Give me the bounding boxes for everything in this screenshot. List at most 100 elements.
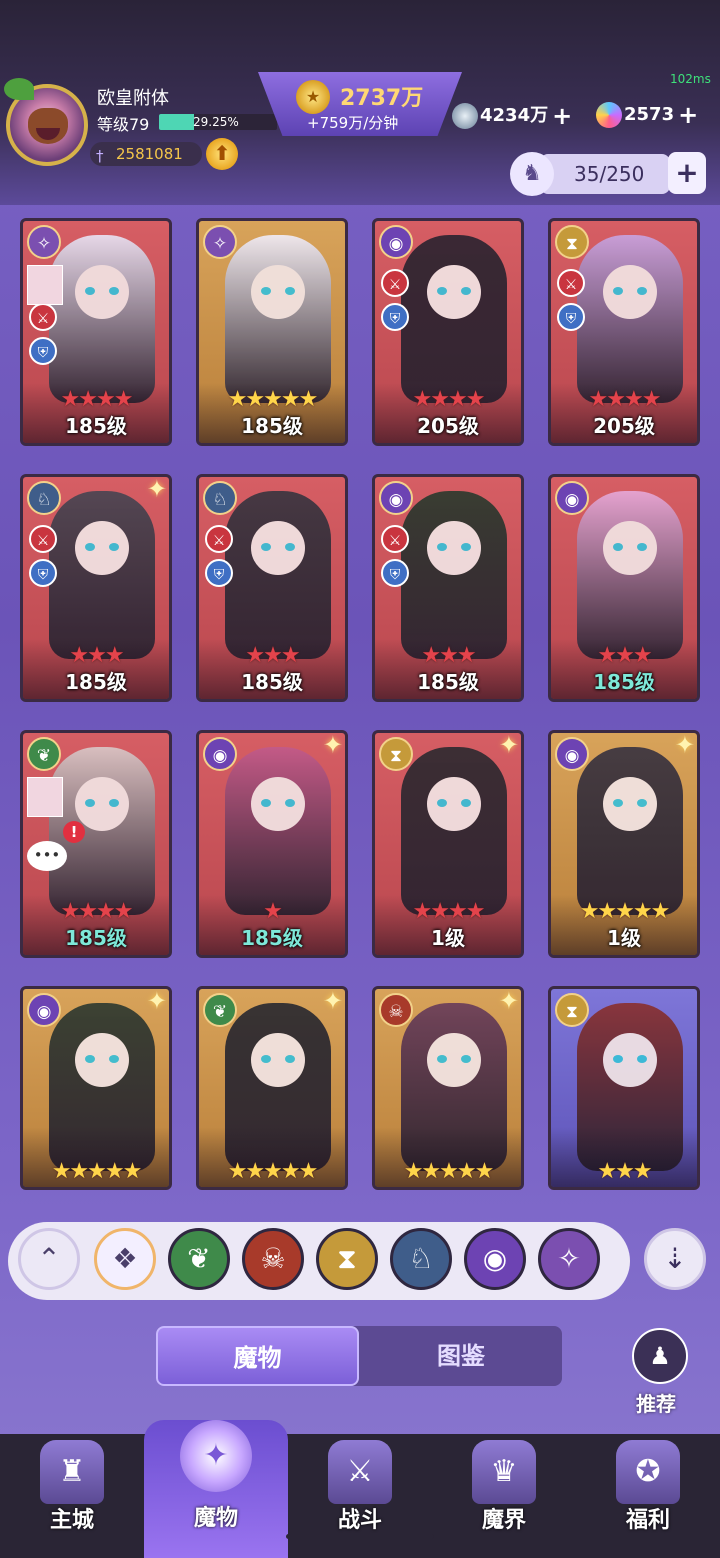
monster-level: 1级 [431, 926, 465, 950]
monster-card[interactable]: ✧ ★★★★★ 185级 [196, 218, 348, 446]
upgrade-arrow-icon[interactable]: ⬆ [206, 138, 238, 170]
monster-card[interactable]: ❦ ✦ ★★★★★ [196, 986, 348, 1190]
swirl-icon[interactable]: ✧ [538, 1228, 600, 1290]
skull-icon: ☠ [379, 993, 413, 1027]
nav-item[interactable]: ⚔ 战斗 [288, 1434, 432, 1558]
monster-level: 185级 [241, 414, 303, 438]
player-avatar[interactable] [4, 78, 88, 166]
gold-rate: +759万/分钟 [307, 114, 399, 132]
monster-card[interactable]: ♘ ⚔ ⛨ ✦ ★★★ 185级 [20, 474, 172, 702]
monster-level: 185级 [417, 670, 479, 694]
monster-head [427, 265, 481, 319]
monster-flame-icon: ✦ [180, 1420, 252, 1492]
crystal-resource[interactable]: 2573 + [596, 101, 698, 129]
monster-slot-icon: ♞ [510, 152, 554, 196]
monster-portrait [225, 491, 331, 659]
leaf-icon: ❦ [203, 993, 237, 1027]
monster-card[interactable]: ⧗ ★★★ [548, 986, 700, 1190]
skull-icon[interactable]: ☠ [242, 1228, 304, 1290]
dragon-icon: ♘ [203, 481, 237, 515]
eye-icon[interactable]: ◉ [464, 1228, 526, 1290]
dragon-icon: ♘ [27, 481, 61, 515]
monster-eye [85, 1055, 95, 1063]
hourglass-icon[interactable]: ⧗ [316, 1228, 378, 1290]
monster-card[interactable]: ✧ ⚔ ⛨ ★★★★ 185级 [20, 218, 172, 446]
attack-role-icon: ⚔ [29, 303, 57, 331]
treasure-chest-icon: ✪ [616, 1440, 680, 1504]
monster-level: 185级 [241, 926, 303, 950]
crystal-amount: 2573 [624, 104, 675, 125]
monster-card[interactable]: ◉ ⚔ ⛨ ★★★ 185级 [372, 474, 524, 702]
monster-card[interactable]: ◉ ✦ ★★★★★ 1级 [548, 730, 700, 958]
star-rating: ★★★★★ [403, 1159, 495, 1184]
star-rating: ★★★★★ [227, 1159, 319, 1184]
monster-card[interactable]: ♘ ⚔ ⛨ ★★★ 185级 [196, 474, 348, 702]
castle-icon: ♜ [40, 1440, 104, 1504]
monster-card[interactable]: ❦! ••• ★★★★ 185级 [20, 730, 172, 958]
attack-role-icon: ⚔ [381, 269, 409, 297]
gold-coin-icon: ★ [296, 80, 330, 114]
monster-card[interactable]: ☠ ✦ ★★★★★ [372, 986, 524, 1190]
defense-role-icon: ⛨ [381, 303, 409, 331]
dragon-icon[interactable]: ♘ [390, 1228, 452, 1290]
silver-amount: 4234万 [480, 105, 549, 126]
monster-card[interactable]: ⧗ ✦ ★★★★ 1级 [372, 730, 524, 958]
monster-eye [613, 543, 623, 551]
star-rating: ★★★★ [588, 387, 662, 412]
tab-monsters[interactable]: 魔物 [156, 1326, 359, 1386]
sparkle-icon: ✦ [322, 987, 343, 1015]
attack-role-icon: ⚔ [557, 269, 585, 297]
monster-card[interactable]: ◉ ✦ ★★★★★ [20, 986, 172, 1190]
monster-level: 205级 [593, 414, 655, 438]
monster-card[interactable]: ◉ ⚔ ⛨ ★★★★ 205级 [372, 218, 524, 446]
recommend-label[interactable]: 推荐 [636, 1388, 676, 1417]
attack-role-icon: ⚔ [29, 525, 57, 553]
monster-card[interactable]: ◉ ★★★ 185级 [548, 474, 700, 702]
monster-eye [261, 287, 271, 295]
gold-amount: 2737万 [340, 86, 424, 111]
monster-eye [637, 543, 647, 551]
nav-item[interactable]: ♛ 魔界 [432, 1434, 576, 1558]
monster-head [75, 777, 129, 831]
monster-card[interactable]: ⧗ ⚔ ⛨ ★★★★ 205级 [548, 218, 700, 446]
recommend-icon[interactable]: ♟ [632, 1328, 688, 1384]
star-rating: ★★★ [597, 1159, 652, 1184]
monster-portrait [49, 491, 155, 659]
sword-shield-icon: ⚔ [328, 1440, 392, 1504]
monster-eye [109, 799, 119, 807]
monster-eye [637, 799, 647, 807]
monster-eye [437, 799, 447, 807]
nav-item[interactable]: ✦ 魔物 [144, 1420, 288, 1558]
leaf-icon[interactable]: ❦ [168, 1228, 230, 1290]
double-chevron-up-icon[interactable]: ⌃ [18, 1228, 80, 1290]
tab-codex[interactable]: 图鉴 [360, 1326, 562, 1386]
defense-role-icon: ⛨ [29, 559, 57, 587]
add-silver-icon[interactable]: + [552, 102, 572, 130]
monster-eye [109, 543, 119, 551]
equipped-avatar-badge [27, 777, 63, 817]
alert-icon: ! [63, 821, 85, 843]
monster-eye [461, 543, 471, 551]
monster-eye [461, 799, 471, 807]
monster-eye [85, 799, 95, 807]
diamond-grid-icon[interactable]: ❖ [94, 1228, 156, 1290]
expand-capacity-button[interactable]: + [668, 152, 706, 194]
combat-power: † 2581081 [90, 142, 202, 166]
nav-item[interactable]: ✪ 福利 [576, 1434, 720, 1558]
sparkle-icon: ✦ [146, 475, 167, 503]
sparkle-icon: ✦ [146, 987, 167, 1015]
crystal-icon [596, 102, 622, 128]
monster-eye [437, 1055, 447, 1063]
monster-card[interactable]: ◉ ✦ ★ 185级 [196, 730, 348, 958]
monster-portrait [225, 235, 331, 403]
leaf-icon: ❦ [27, 737, 61, 771]
monster-level: 185级 [593, 670, 655, 694]
star-rating: ★★★★★ [579, 899, 671, 924]
star-rating: ★★★★ [412, 899, 486, 924]
silver-resource[interactable]: 4234万 + [452, 101, 572, 130]
nav-item[interactable]: ♜ 主城 [0, 1434, 144, 1558]
add-crystal-icon[interactable]: + [678, 101, 698, 129]
sort-order-button[interactable]: ⇣ [644, 1228, 706, 1290]
monster-head [251, 777, 305, 831]
player-name: 欧皇附体 [97, 88, 169, 109]
